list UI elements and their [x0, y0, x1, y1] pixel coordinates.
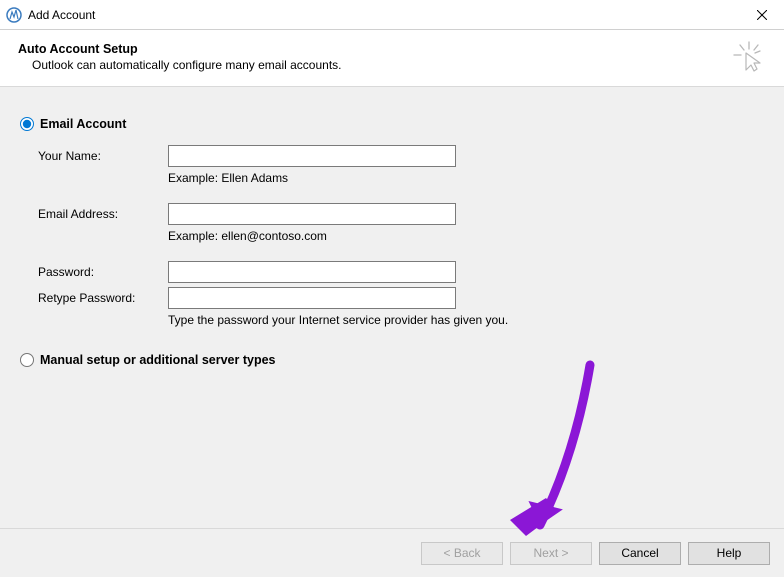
click-cursor-icon — [732, 40, 766, 74]
password-input[interactable] — [168, 261, 456, 283]
option-manual-setup[interactable]: Manual setup or additional server types — [20, 353, 764, 367]
titlebar: Add Account — [0, 0, 784, 30]
app-icon — [6, 7, 22, 23]
your-name-hint: Example: Ellen Adams — [38, 171, 764, 185]
header-subtitle: Outlook can automatically configure many… — [18, 58, 342, 72]
back-button[interactable]: < Back — [421, 542, 503, 565]
help-button[interactable]: Help — [688, 542, 770, 565]
wizard-header: Auto Account Setup Outlook can automatic… — [0, 30, 784, 87]
email-form: Your Name: Example: Ellen Adams Email Ad… — [20, 145, 764, 327]
email-address-input[interactable] — [168, 203, 456, 225]
option-email-account[interactable]: Email Account — [20, 117, 764, 131]
cancel-button[interactable]: Cancel — [599, 542, 681, 565]
retype-password-label: Retype Password: — [38, 291, 168, 305]
close-button[interactable] — [739, 0, 784, 30]
your-name-input[interactable] — [168, 145, 456, 167]
window-title: Add Account — [28, 8, 739, 22]
manual-setup-label: Manual setup or additional server types — [40, 353, 275, 367]
wizard-body: Email Account Your Name: Example: Ellen … — [0, 87, 784, 529]
email-account-label: Email Account — [40, 117, 126, 131]
email-address-hint: Example: ellen@contoso.com — [38, 229, 764, 243]
retype-password-input[interactable] — [168, 287, 456, 309]
radio-manual-setup[interactable] — [20, 353, 34, 367]
next-button[interactable]: Next > — [510, 542, 592, 565]
header-title: Auto Account Setup — [18, 42, 342, 56]
password-label: Password: — [38, 265, 168, 279]
email-address-label: Email Address: — [38, 207, 168, 221]
radio-email-account[interactable] — [20, 117, 34, 131]
wizard-footer: < Back Next > Cancel Help — [0, 529, 784, 577]
your-name-label: Your Name: — [38, 149, 168, 163]
password-hint: Type the password your Internet service … — [38, 313, 764, 327]
